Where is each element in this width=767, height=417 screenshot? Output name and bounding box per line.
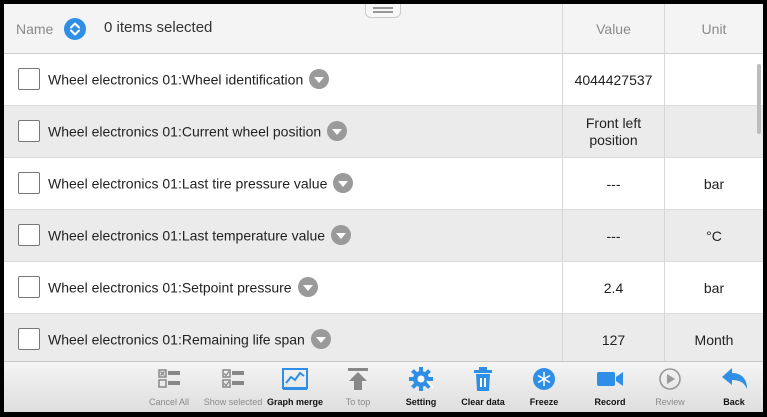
row-name-wrap: Wheel electronics 01:Current wheel posit…: [48, 121, 348, 143]
clear-data-button[interactable]: Clear data: [456, 362, 510, 412]
row-checkbox[interactable]: [18, 328, 40, 350]
table-row[interactable]: Wheel electronics 01:Last temperature va…: [4, 210, 763, 262]
freeze-button[interactable]: Freeze: [522, 362, 566, 412]
table-row[interactable]: Wheel electronics 01:Setpoint pressure 2…: [4, 262, 763, 314]
show-selected-label: Show selected: [203, 397, 263, 407]
row-value: 2.4: [562, 262, 664, 314]
row-name: Wheel electronics 01:Wheel identificatio…: [48, 71, 304, 88]
row-value: Front left position: [562, 106, 664, 158]
cancel-all-label: Cancel All: [148, 397, 190, 407]
row-name-wrap: Wheel electronics 01:Wheel identificatio…: [48, 69, 330, 91]
chart-icon: [282, 368, 308, 390]
review-button[interactable]: Review: [650, 362, 690, 412]
chevron-down-icon[interactable]: [327, 121, 348, 141]
back-arrow-icon: [722, 368, 747, 389]
row-name: Wheel electronics 01:Last temperature va…: [48, 227, 326, 244]
row-checkbox[interactable]: [18, 172, 40, 194]
setting-label: Setting: [405, 397, 437, 407]
row-value: 127: [562, 314, 664, 361]
freeze-label: Freeze: [529, 397, 559, 407]
row-value-text: Front left position: [585, 115, 642, 148]
table-row[interactable]: Wheel electronics 01:Last tire pressure …: [4, 158, 763, 210]
row-name: Wheel electronics 01:Last tire pressure …: [48, 175, 328, 192]
row-name: Wheel electronics 01:Setpoint pressure: [48, 279, 292, 296]
data-list[interactable]: Wheel electronics 01:Wheel identificatio…: [4, 54, 763, 361]
bottom-toolbar: Cancel All Show selected Graph merge To …: [4, 361, 763, 412]
row-unit: bar: [664, 158, 763, 210]
selected-count: 0 items selected: [104, 19, 213, 36]
row-unit: Month: [664, 314, 763, 361]
chevron-down-icon[interactable]: [331, 225, 352, 245]
table-row[interactable]: Wheel electronics 01:Current wheel posit…: [4, 106, 763, 158]
clear-data-label: Clear data: [461, 397, 505, 407]
record-button[interactable]: Record: [588, 362, 632, 412]
graph-merge-label: Graph merge: [266, 397, 324, 407]
name-column-header[interactable]: Name: [16, 21, 53, 37]
to-top-label: To top: [345, 397, 371, 407]
row-value: 4044427537: [562, 54, 664, 106]
row-name-wrap: Wheel electronics 01:Last temperature va…: [48, 225, 352, 247]
record-label: Record: [594, 397, 626, 407]
table-header: Name 0 items selected Value Unit: [4, 4, 763, 54]
chevron-down-icon[interactable]: [310, 329, 331, 349]
value-column-header: Value: [562, 4, 664, 54]
row-value: ---: [562, 210, 664, 262]
table-row[interactable]: Wheel electronics 01:Wheel identificatio…: [4, 54, 763, 106]
sort-icon[interactable]: [64, 18, 86, 40]
snowflake-icon: [533, 368, 555, 390]
scrollbar[interactable]: [757, 64, 761, 134]
trash-icon: [474, 367, 492, 391]
row-unit: [664, 106, 763, 158]
video-camera-icon: [597, 372, 623, 386]
show-selected-button[interactable]: Show selected: [198, 362, 268, 412]
list-cancel-icon: [158, 369, 180, 388]
list-check-icon: [222, 369, 244, 388]
unit-column-header: Unit: [664, 4, 763, 54]
row-name: Wheel electronics 01:Current wheel posit…: [48, 123, 322, 140]
row-checkbox[interactable]: [18, 276, 40, 298]
row-name-wrap: Wheel electronics 01:Remaining life span: [48, 329, 331, 351]
row-checkbox[interactable]: [18, 224, 40, 246]
graph-merge-button[interactable]: Graph merge: [266, 362, 324, 412]
chevron-down-icon[interactable]: [333, 173, 354, 193]
pull-down-handle[interactable]: [365, 4, 401, 18]
to-top-button[interactable]: To top: [338, 362, 378, 412]
chevron-down-icon[interactable]: [297, 277, 318, 297]
play-icon: [659, 368, 681, 390]
back-button[interactable]: Back: [712, 362, 756, 412]
back-label: Back: [723, 397, 745, 407]
setting-button[interactable]: Setting: [398, 362, 444, 412]
row-name-wrap: Wheel electronics 01:Last tire pressure …: [48, 173, 354, 195]
chevron-down-icon[interactable]: [309, 69, 330, 89]
data-stream-screen: Name 0 items selected Value Unit Wheel e…: [4, 4, 763, 412]
gear-icon: [409, 367, 434, 391]
review-label: Review: [655, 397, 685, 407]
row-name: Wheel electronics 01:Remaining life span: [48, 331, 305, 348]
row-unit: bar: [664, 262, 763, 314]
row-checkbox[interactable]: [18, 68, 40, 90]
row-value: ---: [562, 158, 664, 210]
row-checkbox[interactable]: [18, 120, 40, 142]
row-unit: [664, 54, 763, 106]
arrow-up-bar-icon: [348, 368, 368, 390]
table-row[interactable]: Wheel electronics 01:Remaining life span…: [4, 314, 763, 361]
row-unit: °C: [664, 210, 763, 262]
row-name-wrap: Wheel electronics 01:Setpoint pressure: [48, 277, 318, 299]
cancel-all-button[interactable]: Cancel All: [144, 362, 194, 412]
